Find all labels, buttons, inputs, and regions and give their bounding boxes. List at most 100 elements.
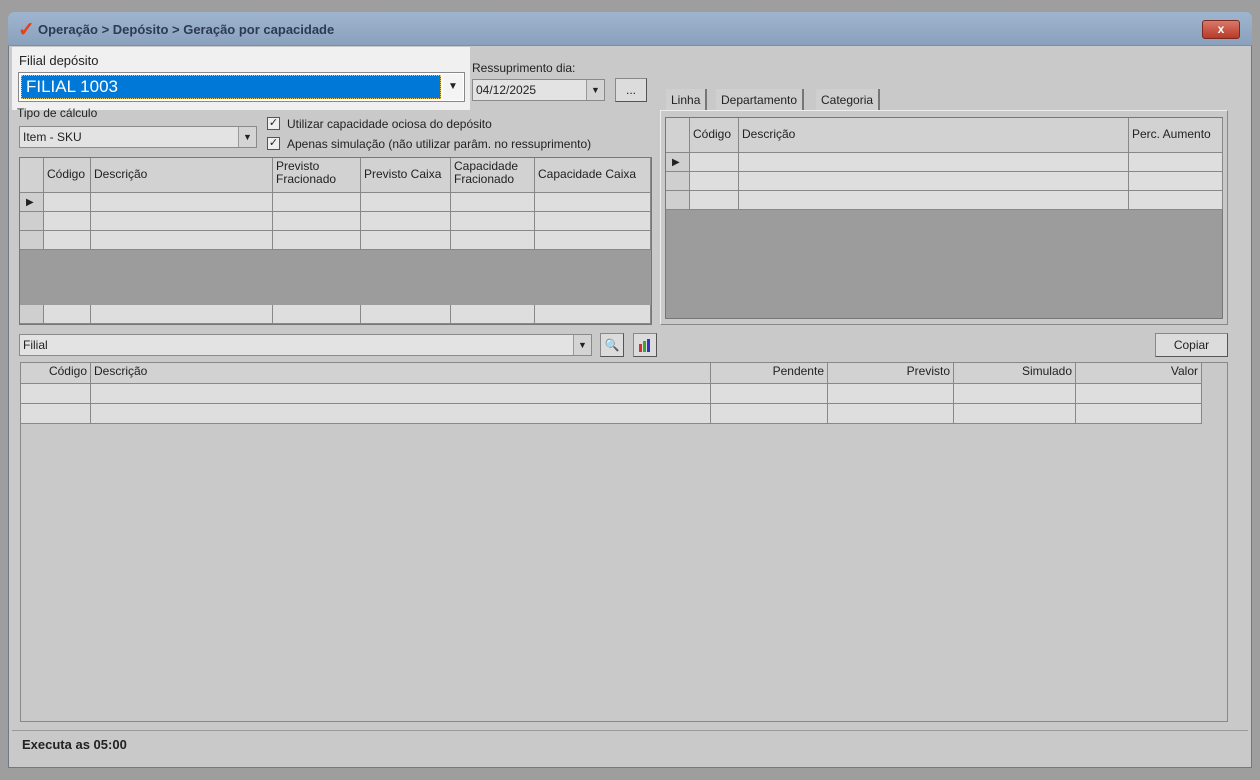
grid-cell[interactable] — [451, 212, 535, 231]
ressuprimento-date-value: 04/12/2025 — [476, 83, 537, 97]
col-descricao[interactable]: Descrição — [739, 118, 1129, 153]
tipo-calculo-combo[interactable]: Item - SKU ▼ — [19, 126, 257, 148]
chevron-down-icon[interactable]: ▼ — [586, 80, 604, 100]
grid-cell[interactable] — [91, 384, 711, 404]
row-indicator[interactable] — [666, 172, 690, 191]
copiar-button[interactable]: Copiar — [1155, 333, 1228, 357]
col-pendente[interactable]: Pendente — [711, 363, 828, 384]
bar-chart-icon — [639, 339, 650, 352]
apenas-simulacao-label: Apenas simulação (não utilizar parâm. no… — [287, 137, 592, 151]
result-grid[interactable]: Código Descrição Pendente Previsto Simul… — [20, 362, 1228, 722]
grid-cell[interactable] — [44, 231, 91, 250]
grid-cell[interactable] — [91, 231, 273, 250]
magnifier-icon: 🔍 — [604, 338, 620, 352]
grid-cell[interactable] — [1129, 191, 1223, 210]
col-valor[interactable]: Valor — [1076, 363, 1202, 384]
chevron-down-icon[interactable]: ▼ — [573, 335, 591, 355]
grid-cell[interactable] — [1076, 384, 1202, 404]
row-indicator[interactable]: ▶ — [666, 153, 690, 172]
window-title: Operação > Depósito > Geração por capaci… — [38, 22, 335, 37]
filial-filter-combo[interactable]: Filial ▼ — [19, 334, 592, 356]
grid-cell[interactable] — [535, 193, 651, 212]
grid-cell[interactable] — [828, 404, 954, 424]
col-descricao[interactable]: Descrição — [91, 363, 711, 384]
grid-cell[interactable] — [739, 191, 1129, 210]
row-indicator[interactable] — [20, 212, 44, 231]
grid-cell[interactable] — [535, 212, 651, 231]
col-previsto-fracionado[interactable]: Previsto Fracionado — [273, 158, 361, 193]
chevron-down-icon[interactable]: ▼ — [238, 127, 256, 147]
col-capacidade-caixa[interactable]: Capacidade Caixa — [535, 158, 651, 193]
grid-cell[interactable] — [535, 231, 651, 250]
row-indicator[interactable] — [20, 231, 44, 250]
tipo-calculo-label: Tipo de cálculo — [17, 106, 98, 120]
col-previsto[interactable]: Previsto — [828, 363, 954, 384]
chart-button[interactable] — [633, 333, 657, 357]
col-codigo[interactable]: Código — [21, 363, 91, 384]
status-text: Executa as 05:00 — [22, 737, 127, 752]
grid-cell[interactable] — [711, 384, 828, 404]
tab-departamento[interactable]: Departamento — [716, 89, 805, 111]
col-simulado[interactable]: Simulado — [954, 363, 1076, 384]
items-grid[interactable]: Código Descrição Previsto Fracionado Pre… — [19, 157, 652, 325]
grid-cell[interactable] — [1129, 172, 1223, 191]
grid-cell[interactable] — [690, 191, 739, 210]
grid-cell[interactable] — [954, 384, 1076, 404]
grid-cell[interactable] — [954, 404, 1076, 424]
col-codigo[interactable]: Código — [690, 118, 739, 153]
grid-cell[interactable] — [21, 404, 91, 424]
apenas-simulacao-checkbox[interactable]: ✓ — [267, 137, 280, 150]
grid-cell[interactable] — [1076, 404, 1202, 424]
col-perc-aumento[interactable]: Perc. Aumento — [1129, 118, 1223, 153]
divider — [12, 730, 1248, 731]
grid-cell[interactable] — [273, 305, 361, 324]
grid-cell[interactable] — [44, 305, 91, 324]
grid-cell[interactable] — [361, 193, 451, 212]
grid-cell[interactable] — [451, 231, 535, 250]
grid-cell[interactable] — [690, 153, 739, 172]
grid-cell[interactable] — [91, 404, 711, 424]
tab-categoria[interactable]: Categoria — [816, 89, 881, 111]
col-capacidade-fracionado[interactable]: Capacidade Fracionado — [451, 158, 535, 193]
grid-cell[interactable] — [361, 212, 451, 231]
tipo-calculo-value: Item - SKU — [23, 130, 82, 144]
ressuprimento-more-button[interactable]: ... — [615, 78, 647, 102]
grid-cell[interactable] — [1129, 153, 1223, 172]
filial-deposito-label: Filial depósito — [19, 53, 99, 68]
search-button[interactable]: 🔍 — [600, 333, 624, 357]
grid-cell[interactable] — [273, 193, 361, 212]
grid-cell[interactable] — [451, 193, 535, 212]
col-descricao[interactable]: Descrição — [91, 158, 273, 193]
ressuprimento-label: Ressuprimento dia: — [472, 61, 576, 75]
chevron-down-icon[interactable]: ▼ — [443, 74, 463, 100]
grid-cell[interactable] — [361, 231, 451, 250]
grid-cell[interactable] — [91, 193, 273, 212]
grid-cell[interactable] — [91, 305, 273, 324]
ressuprimento-date-combo[interactable]: 04/12/2025 ▼ — [472, 79, 605, 101]
filial-deposito-combo[interactable]: FILIAL 1003 ▼ — [18, 72, 465, 102]
close-button[interactable]: x — [1202, 20, 1240, 39]
grid-cell[interactable] — [739, 153, 1129, 172]
grid-cell[interactable] — [44, 193, 91, 212]
col-codigo[interactable]: Código — [44, 158, 91, 193]
aumento-grid[interactable]: Código Descrição Perc. Aumento ▶ — [665, 117, 1223, 319]
grid-cell[interactable] — [273, 231, 361, 250]
grid-cell[interactable] — [690, 172, 739, 191]
grid-cell[interactable] — [739, 172, 1129, 191]
grid-cell[interactable] — [535, 305, 651, 324]
grid-cell[interactable] — [44, 212, 91, 231]
grid-cell[interactable] — [273, 212, 361, 231]
grid-cell[interactable] — [361, 305, 451, 324]
app-logo-icon: ✓ — [18, 19, 35, 41]
grid-cell[interactable] — [828, 384, 954, 404]
grid-cell[interactable] — [91, 212, 273, 231]
row-indicator[interactable] — [20, 305, 44, 324]
tab-linha[interactable]: Linha — [666, 89, 708, 111]
col-previsto-caixa[interactable]: Previsto Caixa — [361, 158, 451, 193]
row-indicator[interactable] — [666, 191, 690, 210]
row-indicator[interactable]: ▶ — [20, 193, 44, 212]
grid-cell[interactable] — [451, 305, 535, 324]
grid-cell[interactable] — [21, 384, 91, 404]
grid-cell[interactable] — [711, 404, 828, 424]
utilizar-capacidade-checkbox[interactable]: ✓ — [267, 117, 280, 130]
